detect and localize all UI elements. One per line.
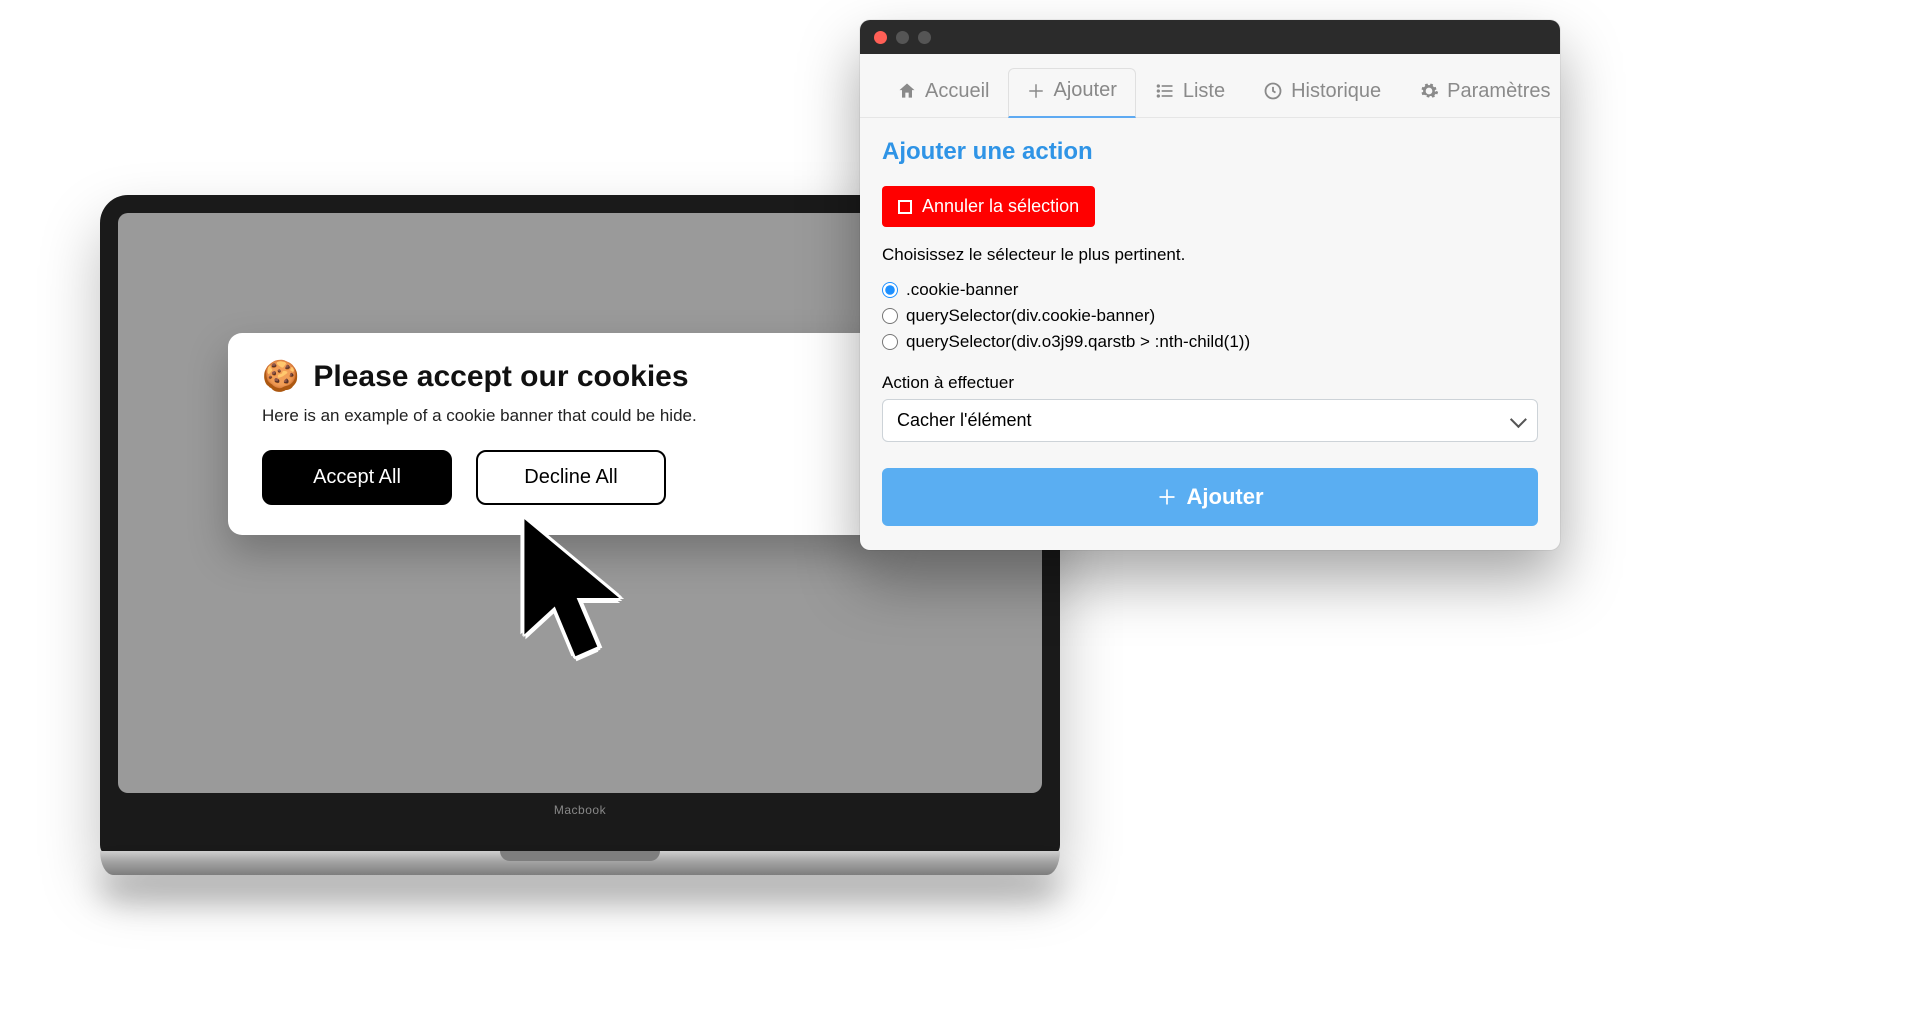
accept-all-button[interactable]: Accept All bbox=[262, 450, 452, 505]
cursor-arrow-icon bbox=[508, 513, 638, 683]
page-title: Ajouter une action bbox=[882, 138, 1538, 166]
selector-radio-1[interactable] bbox=[882, 282, 898, 298]
selector-option-3-label: querySelector(div.o3j99.qarstb > :nth-ch… bbox=[906, 332, 1250, 352]
gear-icon bbox=[1419, 81, 1439, 101]
plus-icon bbox=[1157, 487, 1177, 507]
selector-option-3[interactable]: querySelector(div.o3j99.qarstb > :nth-ch… bbox=[882, 329, 1538, 355]
selector-hint-text: Choisissez le sélecteur le plus pertinen… bbox=[882, 245, 1538, 265]
cookie-banner-description: Here is an example of a cookie banner th… bbox=[262, 406, 848, 426]
laptop-brand-label: Macbook bbox=[118, 793, 1042, 817]
action-field-label: Action à effectuer bbox=[882, 373, 1538, 393]
cancel-selection-label: Annuler la sélection bbox=[922, 196, 1079, 217]
tab-home[interactable]: Accueil bbox=[878, 68, 1008, 117]
cookie-icon: 🍪 bbox=[262, 359, 299, 394]
home-icon bbox=[897, 81, 917, 101]
submit-add-button[interactable]: Ajouter bbox=[882, 468, 1538, 526]
tab-list-label: Liste bbox=[1183, 80, 1225, 103]
tab-settings[interactable]: Paramètres bbox=[1400, 68, 1560, 117]
selector-radio-group: .cookie-banner querySelector(div.cookie-… bbox=[882, 277, 1538, 355]
selector-option-2[interactable]: querySelector(div.cookie-banner) bbox=[882, 303, 1538, 329]
cookie-banner-title: 🍪 Please accept our cookies bbox=[262, 359, 848, 394]
selector-radio-2[interactable] bbox=[882, 308, 898, 324]
submit-add-label: Ajouter bbox=[1187, 484, 1264, 510]
selector-radio-3[interactable] bbox=[882, 334, 898, 350]
window-maximize-dot[interactable] bbox=[918, 31, 931, 44]
window-titlebar bbox=[860, 20, 1560, 54]
window-minimize-dot[interactable] bbox=[896, 31, 909, 44]
tab-history[interactable]: Historique bbox=[1244, 68, 1400, 117]
clock-icon bbox=[1263, 81, 1283, 101]
selector-option-1-label: .cookie-banner bbox=[906, 280, 1018, 300]
tab-list[interactable]: Liste bbox=[1136, 68, 1244, 117]
stop-icon bbox=[898, 200, 912, 214]
plus-icon bbox=[1027, 82, 1045, 100]
tab-history-label: Historique bbox=[1291, 80, 1381, 103]
chevron-down-icon bbox=[1510, 411, 1527, 428]
cookie-title-text: Please accept our cookies bbox=[313, 360, 688, 394]
cancel-selection-button[interactable]: Annuler la sélection bbox=[882, 186, 1095, 227]
window-close-dot[interactable] bbox=[874, 31, 887, 44]
list-icon bbox=[1155, 81, 1175, 101]
selector-option-1[interactable]: .cookie-banner bbox=[882, 277, 1538, 303]
cookie-banner-actions: Accept All Decline All bbox=[262, 450, 848, 505]
tab-home-label: Accueil bbox=[925, 80, 989, 103]
tab-settings-label: Paramètres bbox=[1447, 80, 1550, 103]
cookie-banner: 🍪 Please accept our cookies Here is an e… bbox=[228, 333, 882, 535]
tab-bar: Accueil Ajouter Liste Historique bbox=[860, 54, 1560, 118]
selector-option-2-label: querySelector(div.cookie-banner) bbox=[906, 306, 1155, 326]
extension-window: Accueil Ajouter Liste Historique bbox=[860, 20, 1560, 550]
extension-body: Ajouter une action Annuler la sélection … bbox=[860, 118, 1560, 550]
tab-add-label: Ajouter bbox=[1053, 79, 1116, 102]
laptop-base bbox=[100, 851, 1060, 875]
decline-all-button[interactable]: Decline All bbox=[476, 450, 666, 505]
action-select[interactable]: Cacher l'élément bbox=[882, 399, 1538, 442]
action-select-value: Cacher l'élément bbox=[897, 410, 1032, 431]
tab-add[interactable]: Ajouter bbox=[1008, 68, 1135, 118]
